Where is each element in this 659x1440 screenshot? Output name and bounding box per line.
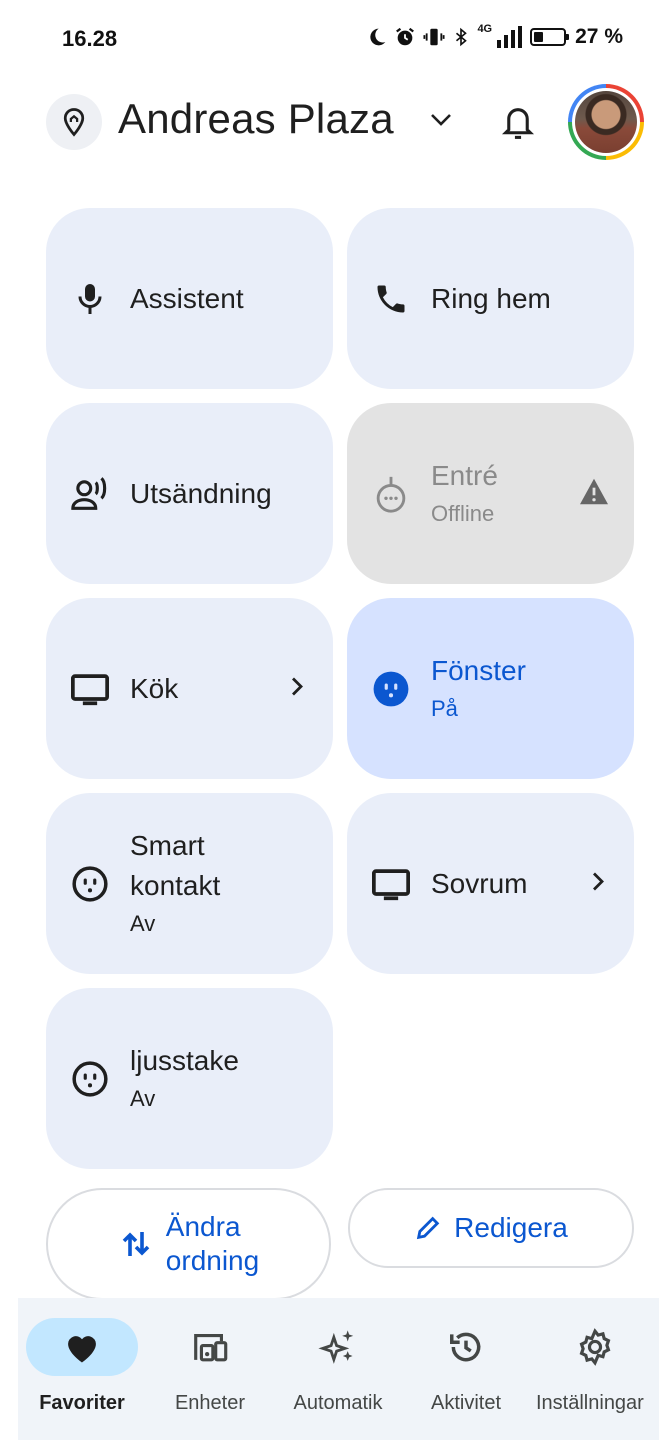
- tile-smart-kontakt[interactable]: Smart kontakt Av: [46, 793, 333, 974]
- tile-kok[interactable]: Kök: [46, 598, 333, 779]
- bluetooth-icon: [456, 27, 468, 47]
- nav-label: Favoriter: [39, 1392, 125, 1414]
- moon-icon: [370, 28, 386, 46]
- alarm-icon: [396, 27, 415, 46]
- tv-icon: [70, 669, 110, 709]
- warning-icon: [578, 477, 610, 510]
- nav-label: Inställningar: [536, 1392, 644, 1414]
- battery-level: 27 %: [575, 25, 623, 48]
- vibrate-icon: [423, 28, 445, 46]
- network-label: 4G: [477, 23, 493, 35]
- avatar-photo: [575, 91, 637, 153]
- nav-installningar[interactable]: Inställningar: [530, 1298, 659, 1440]
- outlet-icon: [70, 864, 110, 904]
- reorder-label-line2: ordning: [165, 1245, 260, 1276]
- outlet-icon: [371, 669, 411, 709]
- battery-icon: [530, 28, 570, 46]
- heart-icon: [26, 1318, 138, 1376]
- devices-icon: [154, 1318, 266, 1376]
- tile-status: Offline: [431, 500, 495, 526]
- avatar[interactable]: [568, 84, 644, 160]
- nav-label: Aktivitet: [430, 1392, 502, 1414]
- nav-enheter[interactable]: Enheter: [146, 1298, 274, 1440]
- nav-aktivitet[interactable]: Aktivitet: [402, 1298, 530, 1440]
- bottom-nav: Favoriter Enheter Automatik Aktivitet In…: [18, 1298, 659, 1440]
- mic-icon: [70, 279, 110, 319]
- tile-label: Sovrum: [431, 867, 528, 899]
- history-icon: [410, 1318, 522, 1376]
- home-name[interactable]: Andreas Plaza: [118, 95, 394, 143]
- sparkle-icon: [282, 1318, 394, 1376]
- doorbell-icon: [371, 474, 411, 514]
- tile-ring-hem[interactable]: Ring hem: [347, 208, 634, 389]
- reorder-button[interactable]: Ändra ordning: [46, 1188, 331, 1300]
- chevron-right-icon: [590, 870, 606, 897]
- nav-label: Automatik: [293, 1392, 383, 1414]
- outlet-icon: [70, 1059, 110, 1099]
- tile-label: Smart: [130, 829, 205, 861]
- tile-label: Assistent: [130, 282, 244, 314]
- status-bar: 16.28 4G 27 %: [0, 0, 659, 76]
- pencil-icon: [417, 1216, 440, 1240]
- location-pin-icon[interactable]: [46, 94, 102, 150]
- tile-fonster[interactable]: Fönster På: [347, 598, 634, 779]
- edit-button[interactable]: Redigera: [348, 1188, 634, 1268]
- nav-automatik[interactable]: Automatik: [274, 1298, 402, 1440]
- tile-entre[interactable]: Entré Offline: [347, 403, 634, 584]
- tile-label: Kök: [130, 672, 179, 704]
- chevron-down-icon[interactable]: [428, 110, 454, 135]
- tile-status: Av: [130, 1085, 156, 1111]
- phone-icon: [371, 279, 411, 319]
- signal-icon: [497, 26, 523, 48]
- tile-label-line2: kontakt: [130, 869, 221, 901]
- chevron-right-icon: [289, 675, 305, 702]
- tile-label: Ring hem: [431, 282, 551, 314]
- tile-label: Entré: [431, 459, 498, 491]
- nav-favoriter[interactable]: Favoriter: [18, 1298, 146, 1440]
- status-icons: 4G 27 %: [367, 23, 623, 49]
- tile-label: Utsändning: [130, 477, 272, 509]
- swap-vertical-icon: [122, 1232, 150, 1256]
- tile-status: På: [431, 695, 458, 721]
- tile-status: Av: [130, 910, 156, 936]
- tv-icon: [371, 864, 411, 904]
- header: Andreas Plaza: [0, 80, 659, 170]
- tile-sovrum[interactable]: Sovrum: [347, 793, 634, 974]
- tile-assistent[interactable]: Assistent: [46, 208, 333, 389]
- gear-icon: [539, 1318, 651, 1376]
- tile-ljusstake[interactable]: ljusstake Av: [46, 988, 333, 1169]
- status-time: 16.28: [62, 26, 118, 51]
- nav-label: Enheter: [174, 1392, 246, 1414]
- tile-label: ljusstake: [130, 1044, 239, 1076]
- tile-label: Fönster: [431, 654, 526, 686]
- broadcast-icon: [70, 474, 110, 514]
- reorder-label-line1: Ändra: [165, 1211, 241, 1242]
- tile-utsandning[interactable]: Utsändning: [46, 403, 333, 584]
- edit-label: Redigera: [454, 1212, 568, 1243]
- bell-icon[interactable]: [499, 102, 537, 147]
